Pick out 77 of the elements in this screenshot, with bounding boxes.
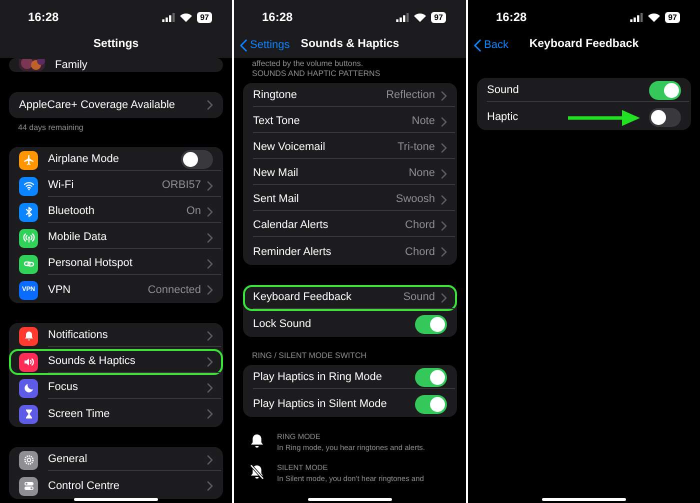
chevron-icon [207,258,213,268]
list-row[interactable]: Bluetooth On [9,199,223,225]
back-chevron-icon [474,38,481,52]
toggle-switch[interactable] [415,314,447,334]
back-button[interactable]: Back [474,36,508,54]
list-row[interactable]: Wi-Fi ORBI57 [9,173,223,199]
chevron-icon [441,220,447,230]
list-row[interactable]: Control Centre [9,473,223,499]
list-row[interactable]: Notifications [9,323,223,349]
row-label: Airplane Mode [48,152,120,168]
row-label: Play Haptics in Ring Mode [253,370,384,386]
back-chevron-icon [240,38,247,52]
list-row[interactable]: Mobile Data [9,225,223,251]
chevron-icon [441,194,447,204]
list-row[interactable]: Screen Time [9,401,223,427]
signal-icon [630,12,644,22]
toggle-switch[interactable] [649,81,681,100]
status-time: 16:28 [262,9,293,26]
toggle-switch[interactable] [415,394,447,414]
status-time: 16:28 [496,9,527,26]
chevron-icon [441,292,447,302]
family-row[interactable]: Family [9,58,223,72]
back-button[interactable]: Settings [240,36,290,54]
list-row[interactable]: Ringtone Reflection [243,83,457,109]
section-footer: affected by the volume buttons. [243,58,457,69]
list-row[interactable]: Focus [9,375,223,401]
signal-icon [396,12,410,22]
toggle-switch[interactable] [649,108,681,126]
list-row[interactable]: New Voicemail Tri-tone [243,135,457,161]
chevron-icon [207,180,213,190]
chevron-icon [207,382,213,392]
signal-icon [162,12,176,22]
wifi-icon [648,12,660,22]
list-row[interactable]: Reminder Alerts Chord [243,239,457,265]
screen-title: Keyboard Feedback [529,37,639,52]
list-row[interactable]: New Mail None [243,161,457,187]
battery-indicator: 97 [197,12,212,22]
section-footer: 44 days remaining [9,123,223,133]
screen-title: Sounds & Haptics [300,37,400,52]
list-row[interactable]: Sent Mail Swoosh [243,187,457,213]
list-row[interactable]: Personal Hotspot [9,251,223,277]
toggle-switch[interactable] [415,368,447,387]
chevron-icon [207,285,213,295]
row-label: Lock Sound [253,316,312,332]
chevron-icon [441,247,447,257]
battery-indicator: 97 [431,12,446,22]
bell-icon [249,433,265,449]
chevron-icon [207,481,213,491]
section-header: RING / SILENT MODE SWITCH [251,351,368,361]
chevron-icon [207,330,213,340]
status-time: 16:28 [28,9,59,26]
row-label: Play Haptics in Silent Mode [253,396,388,412]
chevron-icon [207,454,213,464]
screen-title: Settings [93,37,139,52]
wifi-icon [180,12,192,22]
list-row[interactable]: Keyboard Feedback Sound [243,285,457,311]
chevron-icon [441,90,447,100]
list-row[interactable]: Calendar Alerts Chord [243,213,457,239]
chevron-icon [207,409,213,419]
list-row[interactable]: Sounds & Haptics [9,349,223,375]
chevron-icon [441,116,447,126]
chevron-icon [441,142,447,152]
chevron-icon [207,232,213,242]
battery-indicator: 97 [665,12,680,22]
chevron-icon [441,168,447,178]
list-row[interactable]: General [9,447,223,473]
section-header: SOUNDS AND HAPTIC PATTERNS [251,69,382,79]
toggle-switch[interactable] [181,150,213,169]
bell-slash-icon [249,464,265,480]
list-row[interactable]: AppleCare+ Coverage Available [9,92,223,118]
chevron-icon [207,100,213,110]
wifi-icon [414,12,426,22]
chevron-icon [207,206,213,216]
row-label: Sound [487,83,520,98]
chevron-icon [207,356,213,366]
list-row[interactable]: Text Tone Note [243,109,457,135]
row-label: Haptic [487,110,520,125]
